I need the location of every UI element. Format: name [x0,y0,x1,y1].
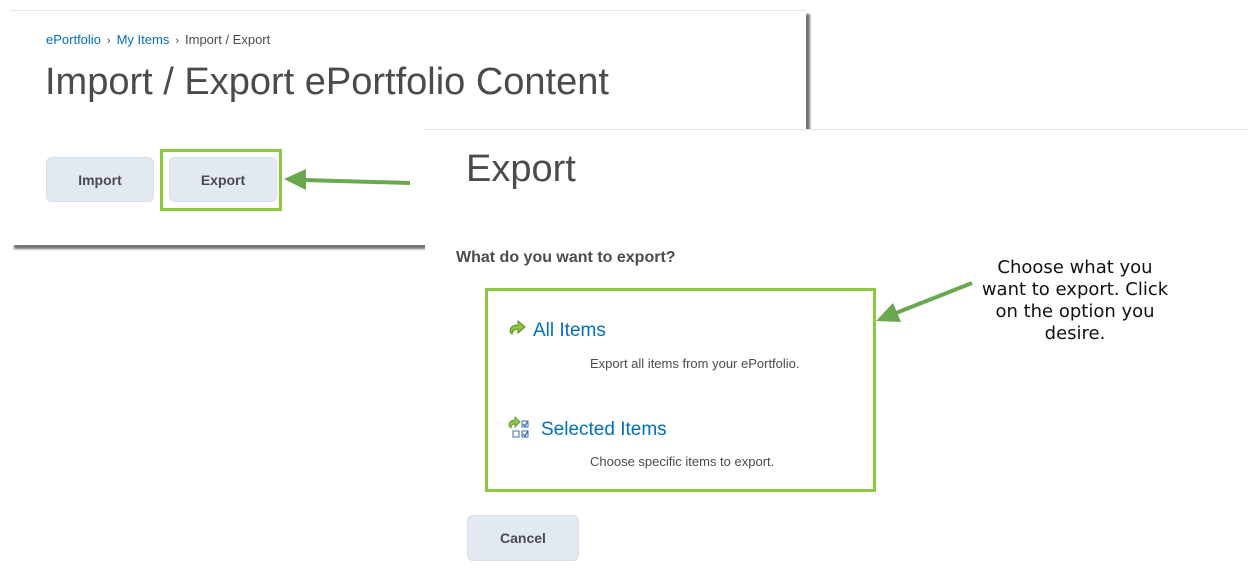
export-panel: Export What do you want to export? All I… [425,129,1248,579]
all-items-link[interactable]: All Items [507,318,606,344]
selected-items-label: Selected Items [541,419,667,440]
breadcrumb-separator: › [106,35,111,47]
all-items-label: All Items [533,320,606,341]
breadcrumb: ePortfolio › My Items › Import / Export [46,32,270,47]
export-all-icon [507,318,527,344]
export-title: Export [466,148,576,190]
export-highlight-box [160,149,282,211]
annotation-note: Choose what you want to export. Click on… [981,257,1169,344]
breadcrumb-current: Import / Export [185,32,271,47]
export-question: What do you want to export? [456,249,676,266]
export-selected-icon [507,415,535,445]
page-title: Import / Export ePortfolio Content [45,61,609,103]
cancel-button[interactable]: Cancel [467,515,579,561]
breadcrumb-my-items[interactable]: My Items [117,32,170,47]
import-button[interactable]: Import [46,157,154,202]
selected-items-description: Choose specific items to export. [590,454,775,469]
all-items-description: Export all items from your ePortfolio. [590,356,800,371]
breadcrumb-eportfolio[interactable]: ePortfolio [46,32,101,47]
breadcrumb-separator: › [175,35,179,47]
selected-items-link[interactable]: Selected Items [507,415,667,445]
